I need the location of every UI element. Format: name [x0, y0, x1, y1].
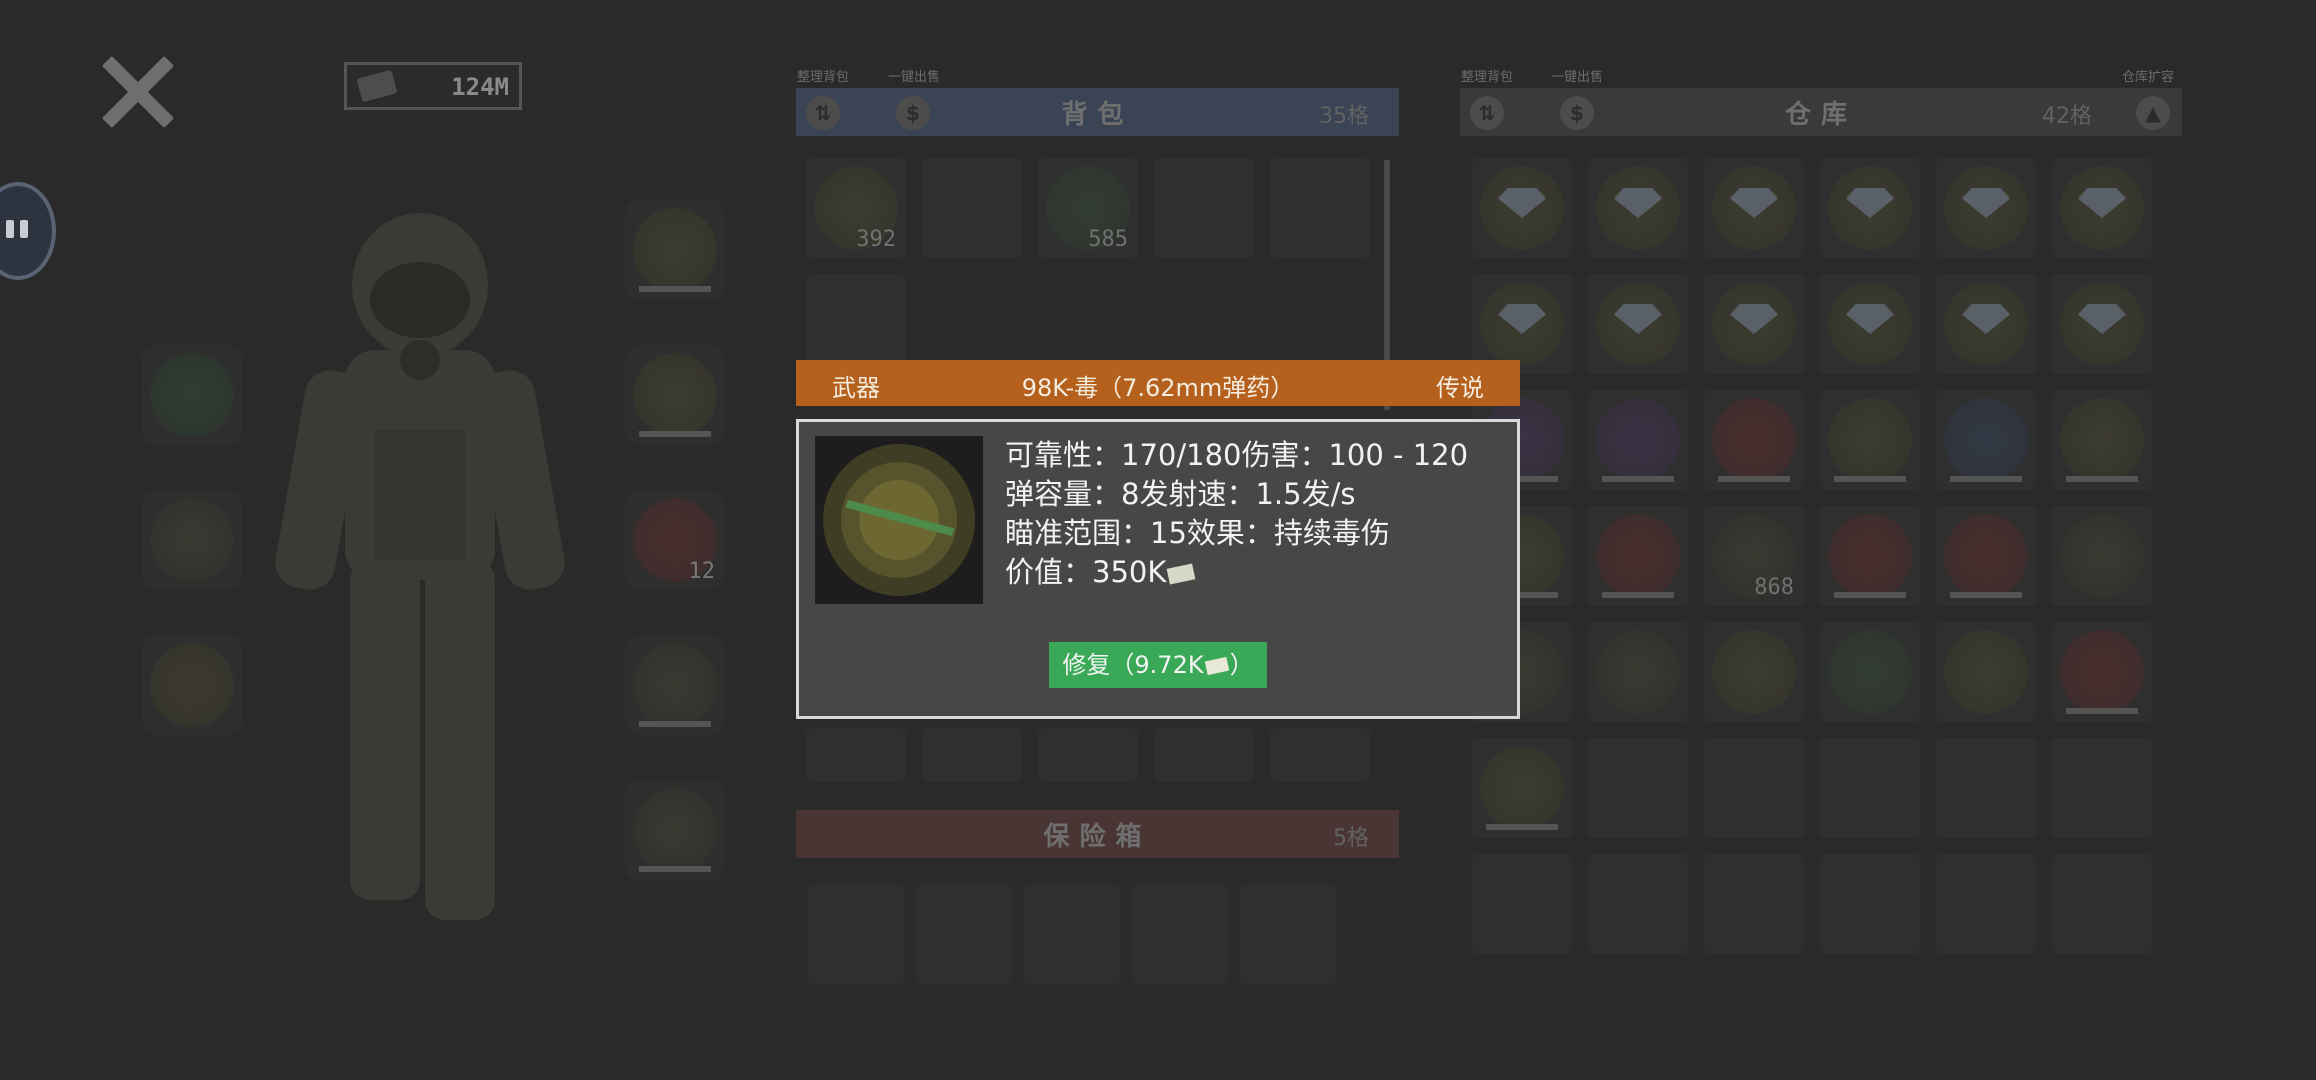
safebox-slot[interactable]	[1240, 884, 1336, 984]
backpack-item-box[interactable]: 585	[1038, 158, 1138, 258]
warehouse-item-gem[interactable]	[2052, 274, 2152, 374]
warehouse-item-weapon[interactable]	[1704, 390, 1804, 490]
warehouse-slot[interactable]	[1704, 854, 1804, 954]
warehouse-item-armor[interactable]	[1936, 622, 2036, 722]
money-amount: 124M	[451, 73, 509, 101]
weapon-slot-3[interactable]: 12	[625, 490, 725, 590]
backpack-slot[interactable]	[1038, 728, 1138, 782]
equip-slot-hat[interactable]	[142, 345, 242, 445]
vest-slot[interactable]	[625, 780, 725, 880]
warehouse-item-weapon[interactable]	[2052, 390, 2152, 490]
item-rarity: 传说	[1436, 374, 1484, 402]
safebox-slot[interactable]	[1024, 884, 1120, 984]
stat-reliability-damage: 可靠性：170/180伤害：100 - 120	[1005, 438, 1469, 472]
warehouse-item-weapon[interactable]	[1936, 390, 2036, 490]
helmet-slot[interactable]	[625, 635, 725, 735]
safebox-header: 保险箱 5格	[796, 810, 1399, 858]
weapon-slot-1[interactable]	[625, 200, 725, 300]
warehouse-item-armor[interactable]	[2052, 506, 2152, 606]
item-detail-dialog: 可靠性：170/180伤害：100 - 120 弹容量：8发射速：1.5发/s …	[796, 419, 1520, 719]
warehouse-item-gem[interactable]	[1588, 274, 1688, 374]
warehouse-sort-label[interactable]: 整理背包	[1461, 66, 1513, 85]
equip-slot-armor[interactable]	[142, 490, 242, 590]
close-button[interactable]	[95, 52, 175, 132]
cash-icon	[356, 69, 398, 103]
item-title-bar: 武器 98K-毒（7.62mm弹药） 传说	[796, 360, 1520, 406]
money-display: 124M	[344, 62, 522, 110]
warehouse-item-backpack[interactable]	[1936, 506, 2036, 606]
warehouse-item-weapon[interactable]	[1588, 506, 1688, 606]
backpack-capacity: 35格	[1319, 104, 1369, 129]
warehouse-sell-label[interactable]: 一键出售	[1551, 66, 1603, 85]
backpack-slot[interactable]	[806, 728, 906, 782]
character-model	[275, 213, 565, 920]
warehouse-slot[interactable]	[1936, 854, 2036, 954]
safebox-title: 保险箱	[1043, 822, 1152, 852]
equip-slot-backpack[interactable]	[142, 635, 242, 735]
stat-magazine-firerate: 弹容量：8发射速：1.5发/s	[1005, 477, 1356, 511]
warehouse-item-gem[interactable]	[1936, 274, 2036, 374]
safebox-capacity: 5格	[1333, 826, 1369, 851]
warehouse-slot[interactable]	[1936, 738, 2036, 838]
backpack-sell-label[interactable]: 一键出售	[888, 66, 940, 85]
warehouse-header: ⇅ $ 仓库 42格 ▲	[1460, 88, 2182, 136]
warehouse-item-gem[interactable]	[1820, 158, 1920, 258]
safebox-grid	[808, 884, 1388, 984]
item-stats: 可靠性：170/180伤害：100 - 120 弹容量：8发射速：1.5发/s …	[1005, 436, 1468, 592]
warehouse-item-gem[interactable]	[1704, 274, 1804, 374]
warehouse-expand-label[interactable]: 仓库扩容	[2122, 66, 2174, 85]
warehouse-item-gem[interactable]	[1704, 158, 1804, 258]
safebox-slot[interactable]	[916, 884, 1012, 984]
backpack-slot[interactable]	[922, 728, 1022, 782]
item-name: 98K-毒（7.62mm弹药）	[1021, 374, 1295, 402]
warehouse-slot[interactable]	[1588, 738, 1688, 838]
warehouse-item-armor[interactable]	[1820, 622, 1920, 722]
backpack-header: ⇅ $ 背包 35格	[796, 88, 1399, 136]
warehouse-item-gem[interactable]	[2052, 158, 2152, 258]
warehouse-item-ammo-box[interactable]: 868	[1704, 506, 1804, 606]
warehouse-slot[interactable]	[1704, 738, 1804, 838]
expand-icon[interactable]: ▲	[2136, 96, 2170, 130]
warehouse-item-weapon[interactable]	[1820, 390, 1920, 490]
backpack-sort-label[interactable]: 整理背包	[797, 66, 849, 85]
warehouse-item-weapon[interactable]	[1588, 390, 1688, 490]
safebox-slot[interactable]	[808, 884, 904, 984]
repair-button[interactable]: 修复（9.72K）	[1049, 642, 1267, 688]
backpack-slot[interactable]	[922, 158, 1022, 258]
warehouse-item-gem[interactable]	[1588, 158, 1688, 258]
warehouse-slot[interactable]	[2052, 854, 2152, 954]
pause-button[interactable]	[0, 182, 56, 280]
backpack-slot[interactable]	[1154, 728, 1254, 782]
warehouse-item-weapon[interactable]	[1472, 738, 1572, 838]
backpack-slot[interactable]	[1270, 158, 1370, 258]
warehouse-item-gem[interactable]	[1936, 158, 2036, 258]
backpack-slot[interactable]	[806, 274, 906, 374]
weapon-slot-2[interactable]	[625, 345, 725, 445]
warehouse-slot[interactable]	[1820, 854, 1920, 954]
stat-value: 价值：350K	[1005, 553, 1468, 592]
warehouse-item-backpack[interactable]	[2052, 622, 2152, 722]
warehouse-slot[interactable]	[1820, 738, 1920, 838]
warehouse-item-armor[interactable]	[1588, 622, 1688, 722]
warehouse-slot[interactable]	[2052, 738, 2152, 838]
backpack-slot[interactable]	[1154, 158, 1254, 258]
backpack-item-medkit[interactable]: 392	[806, 158, 906, 258]
warehouse-item-helmet[interactable]	[1820, 506, 1920, 606]
warehouse-capacity: 42格	[2042, 104, 2092, 129]
backpack-title: 背包	[1061, 100, 1134, 130]
cash-icon	[1166, 563, 1196, 585]
warehouse-item-armor[interactable]	[1704, 622, 1804, 722]
warehouse-item-gem[interactable]	[1472, 158, 1572, 258]
item-image	[815, 436, 983, 604]
warehouse-item-gem[interactable]	[1472, 274, 1572, 374]
warehouse-slot[interactable]	[1588, 854, 1688, 954]
backpack-slot[interactable]	[1270, 728, 1370, 782]
stat-range-effect: 瞄准范围：15效果：持续毒伤	[1005, 516, 1390, 550]
pause-icon	[6, 220, 14, 238]
cash-icon	[1204, 656, 1229, 676]
warehouse-grid: 868	[1472, 158, 2172, 978]
safebox-slot[interactable]	[1132, 884, 1228, 984]
warehouse-item-gem[interactable]	[1820, 274, 1920, 374]
warehouse-slot[interactable]	[1472, 854, 1572, 954]
